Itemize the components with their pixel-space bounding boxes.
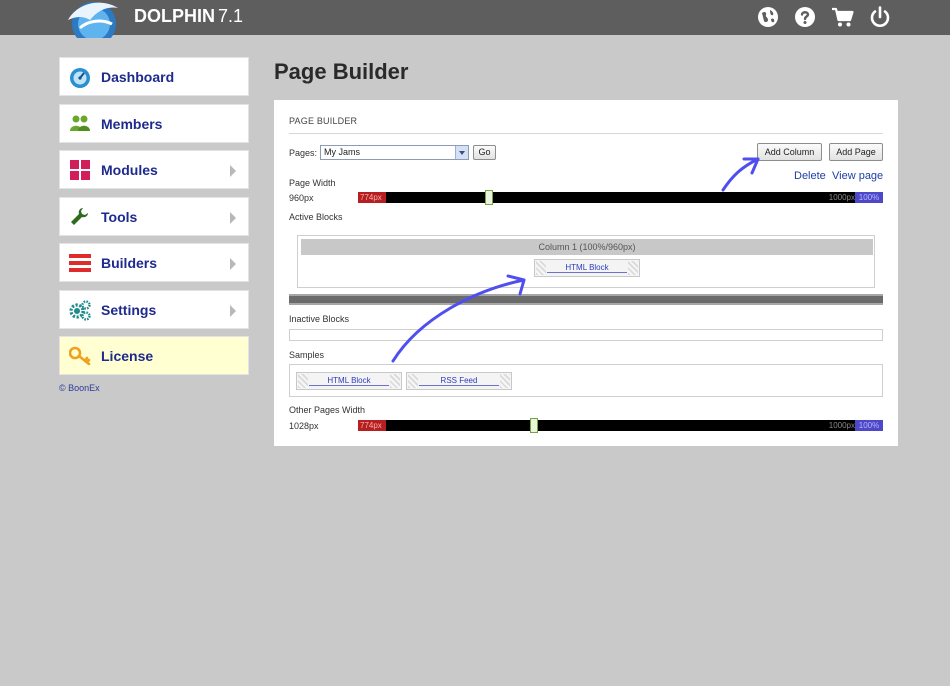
sidebar-item-settings[interactable]: Settings <box>59 289 249 329</box>
gears-icon <box>69 299 91 321</box>
power-icon[interactable] <box>868 5 892 29</box>
page-title: Page Builder <box>274 59 409 84</box>
sidebar-item-tools[interactable]: Tools <box>59 196 249 236</box>
pages-select-value: My Jams <box>324 147 360 157</box>
sidebar-item-license[interactable]: License <box>59 336 249 375</box>
add-page-button[interactable]: Add Page <box>829 143 883 161</box>
app-name: DOLPHIN <box>134 6 215 26</box>
other-pages-width-value: 1028px <box>289 421 319 431</box>
globe-icon[interactable] <box>756 5 780 29</box>
top-bar: DOLPHIN 7.1 <box>0 0 950 38</box>
slider-handle[interactable] <box>485 190 493 205</box>
page-width-label: Page Width <box>289 178 336 188</box>
sidebar-item-label: Modules <box>101 162 158 178</box>
pages-label: Pages: <box>289 148 318 158</box>
block-label: HTML Block <box>565 263 609 272</box>
block-line <box>547 272 627 273</box>
delete-link[interactable]: Delete <box>794 170 826 182</box>
sidebar-item-members[interactable]: Members <box>59 103 249 143</box>
sidebar-item-label: Members <box>101 115 163 132</box>
add-column-button[interactable]: Add Column <box>757 143 822 161</box>
slider-max-label: 1000px <box>828 193 855 202</box>
other-pages-width-label: Other Pages Width <box>289 405 366 415</box>
dolphin-logo-icon[interactable] <box>60 0 124 38</box>
sidebar-item-label: Settings <box>101 301 157 318</box>
page-builder-panel: PAGE BUILDER Pages: My Jams Go Add Colum… <box>274 100 898 446</box>
chevron-right-icon <box>230 258 236 270</box>
slider-min-label: 774px <box>358 192 386 203</box>
sidebar-item-label: Builders <box>101 255 158 271</box>
sidebar-item-builders[interactable]: Builders <box>59 243 249 282</box>
block-line <box>419 385 499 386</box>
page-width-value: 960px <box>289 193 314 203</box>
view-page-link[interactable]: View page <box>832 170 883 182</box>
samples-label: Samples <box>289 350 325 360</box>
sample-rss-block[interactable]: RSS Feed <box>406 372 512 390</box>
go-button[interactable]: Go <box>473 145 496 160</box>
active-blocks-area: Column 1 (100%/960px) HTML Block <box>297 235 875 288</box>
sidebar-item-label: Tools <box>101 208 138 225</box>
slider-pct-label: 100% <box>855 420 883 431</box>
wrench-icon <box>71 207 88 225</box>
block-label: RSS Feed <box>440 376 478 385</box>
panel-heading: PAGE BUILDER <box>289 116 358 126</box>
column-header[interactable]: Column 1 (100%/960px) <box>301 239 873 255</box>
builders-icon <box>69 254 91 272</box>
key-icon <box>69 346 91 366</box>
other-pages-width-slider[interactable]: 774px 1000px 100% <box>358 418 883 433</box>
dashboard-icon <box>70 68 90 88</box>
inactive-blocks-label: Inactive Blocks <box>289 314 350 324</box>
pages-select[interactable]: My Jams <box>320 145 469 160</box>
app-title: DOLPHIN 7.1 <box>134 6 243 27</box>
active-blocks-label: Active Blocks <box>289 212 343 222</box>
slider-max-label: 1000px <box>828 421 855 430</box>
column-drop-bar <box>289 294 883 305</box>
sidebar: Dashboard Members Modules Tools Builders… <box>59 57 249 383</box>
inactive-blocks-area <box>289 329 883 341</box>
chevron-right-icon <box>230 304 236 317</box>
help-icon[interactable] <box>793 5 817 29</box>
sidebar-item-label: Dashboard <box>101 69 175 85</box>
html-block[interactable]: HTML Block <box>534 259 640 277</box>
block-line <box>309 385 389 386</box>
chevron-right-icon <box>230 165 236 177</box>
sidebar-item-modules[interactable]: Modules <box>59 150 249 189</box>
copyright-link[interactable]: © BoonEx <box>59 383 100 393</box>
app-version: 7.1 <box>218 6 244 26</box>
block-label: HTML Block <box>327 376 371 385</box>
chevron-down-icon[interactable] <box>455 146 468 159</box>
slider-min-label: 774px <box>358 420 386 431</box>
modules-icon <box>70 160 90 180</box>
chevron-right-icon <box>230 211 236 224</box>
sample-html-block[interactable]: HTML Block <box>296 372 402 390</box>
samples-area: HTML Block RSS Feed <box>289 364 883 397</box>
page-width-slider[interactable]: 774px 1000px 100% <box>358 190 883 205</box>
cart-icon[interactable] <box>831 5 855 29</box>
sidebar-item-label: License <box>101 348 154 364</box>
divider <box>289 133 883 134</box>
slider-pct-label: 100% <box>855 192 883 203</box>
slider-handle[interactable] <box>530 418 538 433</box>
members-icon <box>70 115 90 131</box>
sidebar-item-dashboard[interactable]: Dashboard <box>59 57 249 96</box>
